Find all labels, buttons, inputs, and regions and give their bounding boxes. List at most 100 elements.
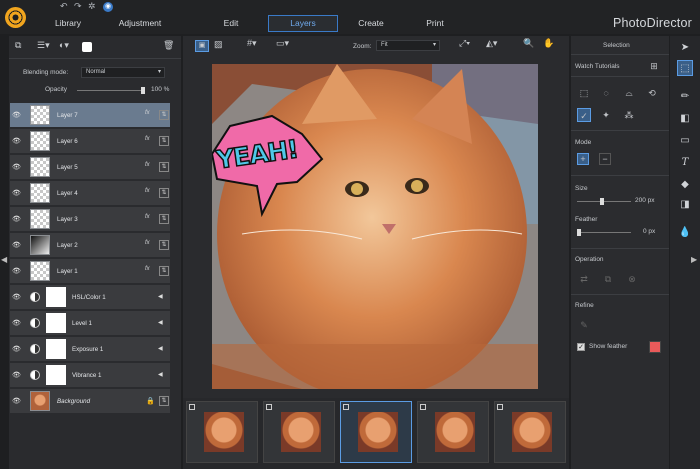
blur-tool-icon[interactable]: 💧: [677, 225, 693, 241]
adjustment-layer-row[interactable]: 👁 Level 1 ◀: [10, 311, 170, 336]
pointer-tool-icon[interactable]: ➤: [677, 40, 693, 56]
layer-row[interactable]: 👁 Layer 6 fx ⇅: [10, 129, 170, 154]
film-thumbnail[interactable]: [417, 401, 489, 463]
adjustment-layer-row[interactable]: 👁 Vibrance 1 ◀: [10, 363, 170, 388]
collapse-left-icon[interactable]: ◀: [1, 255, 7, 264]
fx-icon[interactable]: fx: [145, 266, 150, 272]
layer-options-icon[interactable]: ⇅: [159, 396, 169, 406]
tutorial-icon[interactable]: ⊞: [647, 59, 661, 73]
tab-library[interactable]: Library: [40, 15, 96, 32]
subtract-mode-icon[interactable]: −: [599, 153, 611, 165]
crop-icon[interactable]: ⤢▾: [459, 38, 470, 54]
mask-icon[interactable]: [82, 42, 92, 52]
gear-icon[interactable]: ✲: [88, 1, 96, 12]
feather-slider-handle[interactable]: [577, 229, 581, 236]
background-layer-row[interactable]: 👁 Background 🔒 ⇅: [10, 389, 170, 414]
layer-options-icon[interactable]: ⇅: [159, 188, 169, 198]
smart-brush-icon[interactable]: ✦: [599, 108, 613, 122]
lasso-icon[interactable]: ⌓: [622, 86, 636, 100]
tab-edit[interactable]: Edit: [202, 15, 260, 32]
bell-icon[interactable]: ◉: [103, 2, 113, 12]
ellipse-select-icon[interactable]: ◌: [599, 86, 613, 100]
add-mode-icon[interactable]: +: [577, 153, 589, 165]
rect-select-icon[interactable]: ⬚: [577, 86, 591, 100]
fx-icon[interactable]: fx: [145, 162, 150, 168]
gradient-tool-icon[interactable]: ◨: [677, 197, 693, 213]
photo-canvas[interactable]: YEAH!: [212, 64, 538, 389]
fill-tool-icon[interactable]: ◆: [677, 177, 693, 193]
display-icon[interactable]: ▭▾: [276, 38, 289, 54]
redo-icon[interactable]: ↷: [74, 1, 82, 12]
view-single-icon[interactable]: ▣: [195, 40, 209, 52]
size-slider-handle[interactable]: [599, 198, 604, 205]
pin-icon[interactable]: [266, 404, 272, 410]
layer-options-icon[interactable]: ⇅: [159, 136, 169, 146]
brush-select-icon[interactable]: ✓: [577, 108, 591, 122]
adjustment-layer-row[interactable]: 👁 HSL/Color 1 ◀: [10, 285, 170, 310]
pin-icon[interactable]: [420, 404, 426, 410]
polygon-lasso-icon[interactable]: ⟲: [645, 86, 659, 100]
eye-icon[interactable]: 👁: [12, 371, 21, 379]
hand-tool-icon[interactable]: ✋: [543, 38, 554, 54]
expand-icon[interactable]: ◀: [158, 371, 163, 378]
zoom-select[interactable]: Fit ▾: [376, 40, 440, 51]
film-thumbnail[interactable]: [494, 401, 566, 463]
tab-print[interactable]: Print: [404, 15, 466, 32]
eraser-tool-icon[interactable]: ◧: [677, 111, 693, 127]
layer-row[interactable]: 👁 Layer 2 fx ⇅: [10, 233, 170, 258]
add-layer-icon[interactable]: ⧉: [15, 40, 21, 54]
opacity-slider[interactable]: [77, 87, 145, 94]
eye-icon[interactable]: 👁: [12, 397, 21, 405]
layer-options-icon[interactable]: ⇅: [159, 266, 169, 276]
fx-icon[interactable]: fx: [145, 188, 150, 194]
blending-mode-select[interactable]: Normal ▾: [81, 67, 165, 78]
layer-menu-icon[interactable]: ☰▾: [37, 40, 50, 54]
eye-icon[interactable]: 👁: [12, 319, 21, 327]
clear-selection-icon[interactable]: ⊗: [625, 272, 639, 286]
pin-icon[interactable]: [189, 404, 195, 410]
fx-icon[interactable]: fx: [145, 136, 150, 142]
tab-layers[interactable]: Layers: [268, 15, 338, 32]
eye-icon[interactable]: 👁: [12, 215, 21, 223]
eye-icon[interactable]: 👁: [12, 293, 21, 301]
opacity-slider-handle[interactable]: [141, 87, 145, 94]
film-thumbnail-selected[interactable]: [340, 401, 412, 463]
feather-slider[interactable]: [577, 229, 631, 236]
eye-icon[interactable]: 👁: [12, 163, 21, 171]
layer-options-icon[interactable]: ⇅: [159, 214, 169, 224]
pin-icon[interactable]: [497, 404, 503, 410]
layer-row[interactable]: 👁 Layer 1 fx ⇅: [10, 259, 170, 284]
expand-icon[interactable]: ◀: [158, 319, 163, 326]
eye-icon[interactable]: 👁: [12, 345, 21, 353]
tab-adjustment[interactable]: Adjustment: [96, 15, 184, 32]
fx-icon[interactable]: fx: [145, 110, 150, 116]
invert-selection-icon[interactable]: ⇄: [577, 272, 591, 286]
view-compare-icon[interactable]: ▨: [214, 39, 223, 55]
grid-icon[interactable]: #▾: [247, 38, 257, 54]
tab-create[interactable]: Create: [342, 15, 400, 32]
eye-icon[interactable]: 👁: [12, 111, 21, 119]
expand-icon[interactable]: ◀: [158, 345, 163, 352]
shape-tool-icon[interactable]: ▭: [677, 133, 693, 149]
layer-row[interactable]: 👁 Layer 4 fx ⇅: [10, 181, 170, 206]
film-thumbnail[interactable]: [263, 401, 335, 463]
layer-row[interactable]: 👁 Layer 3 fx ⇅: [10, 207, 170, 232]
layer-options-icon[interactable]: ⇅: [159, 162, 169, 172]
adjustment-layer-icon[interactable]: ◐▾: [59, 40, 69, 54]
adjustment-layer-row[interactable]: 👁 Exposure 1 ◀: [10, 337, 170, 362]
undo-icon[interactable]: ↶: [60, 1, 68, 12]
collapse-right-icon[interactable]: ▶: [691, 255, 697, 264]
eye-icon[interactable]: 👁: [12, 267, 21, 275]
eye-icon[interactable]: 👁: [12, 241, 21, 249]
trash-icon[interactable]: 🗑: [163, 40, 174, 54]
selection-tool-icon[interactable]: ⬚: [677, 60, 693, 76]
size-slider[interactable]: [577, 198, 631, 205]
refine-brush-icon[interactable]: ✎: [577, 318, 591, 332]
layer-options-icon[interactable]: ⇅: [159, 110, 169, 120]
fx-icon[interactable]: fx: [145, 240, 150, 246]
magic-wand-icon[interactable]: ⁂: [622, 108, 636, 122]
film-thumbnail[interactable]: [186, 401, 258, 463]
watch-tutorials-link[interactable]: Watch Tutorials: [575, 63, 620, 70]
pin-icon[interactable]: [343, 404, 349, 410]
expand-icon[interactable]: ◀: [158, 293, 163, 300]
